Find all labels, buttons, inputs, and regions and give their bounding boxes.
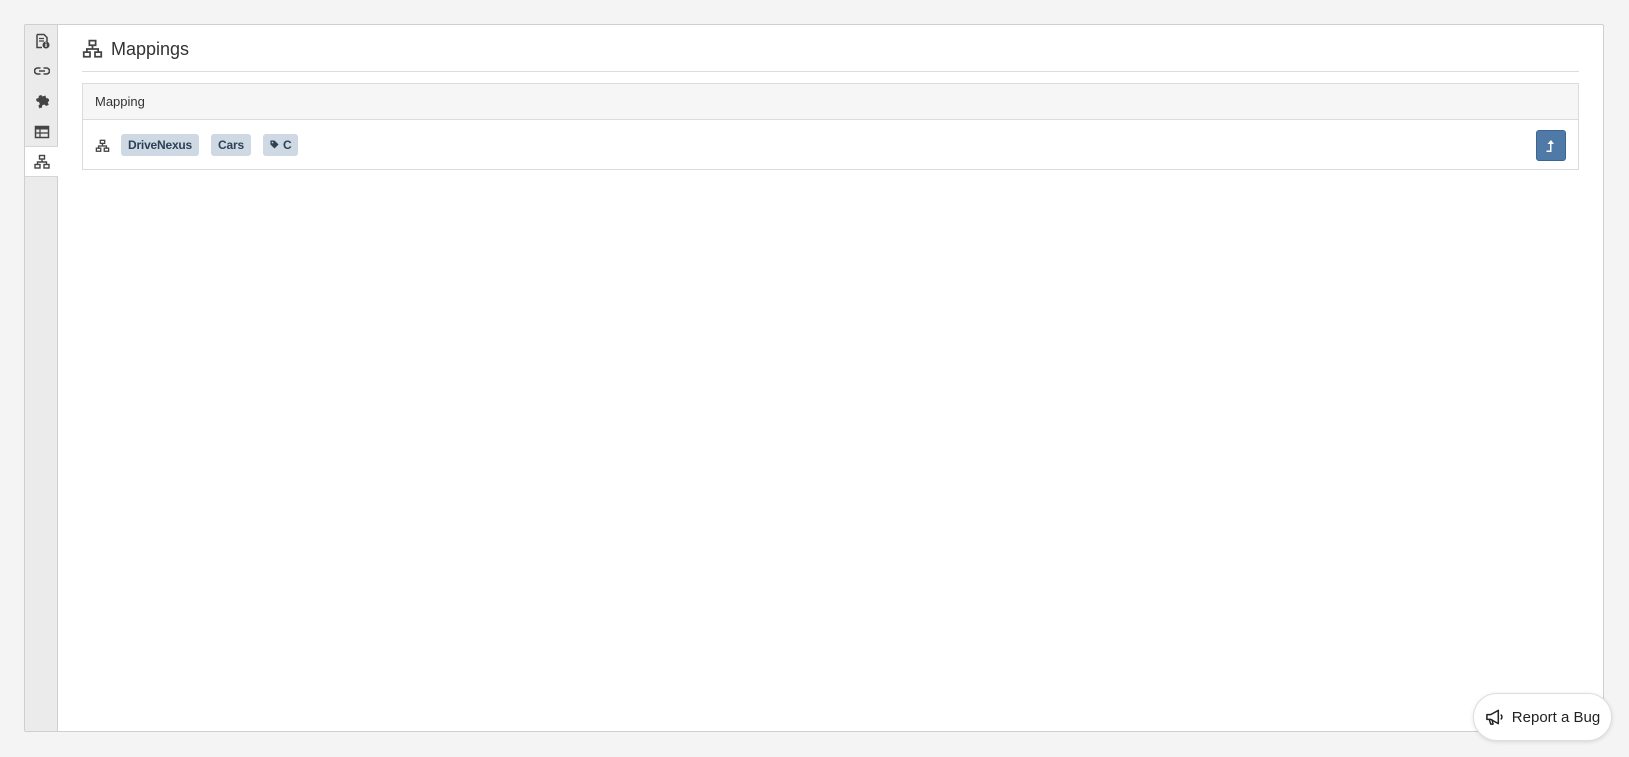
main-content: Mappings Mapping DriveNexus Cars C — [82, 25, 1579, 731]
sidebar-item-links[interactable] — [25, 55, 58, 86]
sidebar-item-details[interactable] — [25, 25, 58, 56]
project-badge-label: DriveNexus — [128, 137, 193, 152]
tag-icon — [270, 140, 279, 149]
column-header-mapping: Mapping — [95, 94, 145, 109]
open-mapping-button[interactable] — [1536, 130, 1566, 161]
sidebar-item-tables[interactable] — [25, 116, 58, 147]
report-bug-button[interactable]: Report a Bug — [1473, 693, 1612, 741]
table-badge-label: Cars — [218, 137, 244, 152]
project-badge[interactable]: DriveNexus — [121, 133, 200, 156]
sidebar-item-mappings[interactable] — [25, 146, 58, 177]
page-title: Mappings — [111, 38, 190, 59]
table-header: Mapping — [83, 84, 1578, 120]
table-badge[interactable]: Cars — [211, 133, 251, 156]
megaphone-icon — [1485, 709, 1503, 725]
app-frame: Mappings Mapping DriveNexus Cars C — [24, 24, 1604, 732]
tag-badge-label: C — [282, 137, 292, 152]
sitemap-icon — [33, 154, 50, 169]
sitemap-icon — [82, 39, 103, 58]
table-icon — [34, 125, 49, 138]
tag-badge[interactable]: C — [262, 133, 299, 156]
report-bug-label: Report a Bug — [1511, 708, 1601, 726]
puzzle-icon — [35, 94, 49, 108]
sidebar-rail — [25, 25, 58, 731]
page-header: Mappings — [82, 25, 1579, 72]
mappings-table: Mapping DriveNexus Cars C — [82, 83, 1579, 170]
sidebar-item-plugins[interactable] — [25, 85, 58, 116]
sitemap-icon — [95, 139, 110, 152]
table-row: DriveNexus Cars C — [83, 120, 1578, 169]
level-up-icon — [1546, 139, 1554, 152]
link-icon — [33, 66, 50, 75]
document-info-icon — [35, 33, 49, 48]
